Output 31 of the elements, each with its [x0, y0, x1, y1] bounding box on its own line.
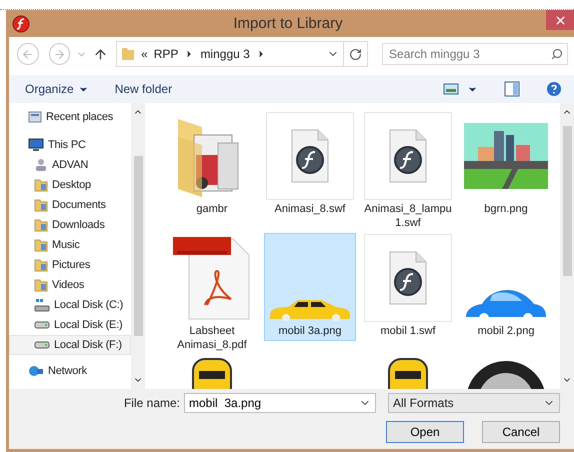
organize-button[interactable]: Organize: [25, 82, 89, 96]
breadcrumb[interactable]: minggu 3: [200, 47, 250, 61]
dialog-button[interactable]: Cancel: [482, 421, 560, 443]
search-field[interactable]: Search minggu 3: [382, 43, 568, 65]
new-folder-button[interactable]: New folder: [114, 82, 172, 96]
file-item[interactable]: mobil 2.png: [460, 233, 552, 341]
sidebar-item[interactable]: Recent places: [9, 107, 131, 127]
dialog-button[interactable]: Open: [386, 421, 464, 443]
sidebar-item[interactable]: ADVAN: [9, 155, 131, 175]
breadcrumb[interactable]: RPP: [154, 47, 178, 61]
sidebar-item[interactable]: Desktop: [9, 175, 131, 195]
window-title: Import to Library: [232, 15, 344, 32]
format-dropdown[interactable]: All Formats: [388, 393, 560, 413]
sidebar-item[interactable]: Videos: [9, 275, 131, 295]
sidebar-item[interactable]: Local Disk (F:): [9, 335, 131, 355]
file-item[interactable]: Labsheet Animasi_8.pdf: [166, 233, 258, 355]
file-name-label: File name:: [124, 396, 180, 410]
file-item[interactable]: mobil 3a.png: [264, 233, 356, 341]
file-item[interactable]: bgrn.png: [460, 111, 552, 219]
sidebar-item[interactable]: Network: [9, 361, 131, 381]
sidebar-item[interactable]: Pictures: [9, 255, 131, 275]
sidebar-item[interactable]: Documents: [9, 195, 131, 215]
sidebar-item[interactable]: Downloads: [9, 215, 131, 235]
sidebar-item[interactable]: This PC: [9, 135, 131, 155]
breadcrumb[interactable]: «: [141, 47, 148, 61]
sidebar-item[interactable]: Music: [9, 235, 131, 255]
sidebar-item[interactable]: Local Disk (E:): [9, 315, 131, 335]
file-item[interactable]: gambr: [166, 111, 258, 219]
file-name-field[interactable]: mobil 3a.png: [184, 393, 376, 413]
address-bar[interactable]: « RPP minggu 3: [116, 41, 368, 67]
sidebar-item[interactable]: Local Disk (C:): [9, 295, 131, 315]
